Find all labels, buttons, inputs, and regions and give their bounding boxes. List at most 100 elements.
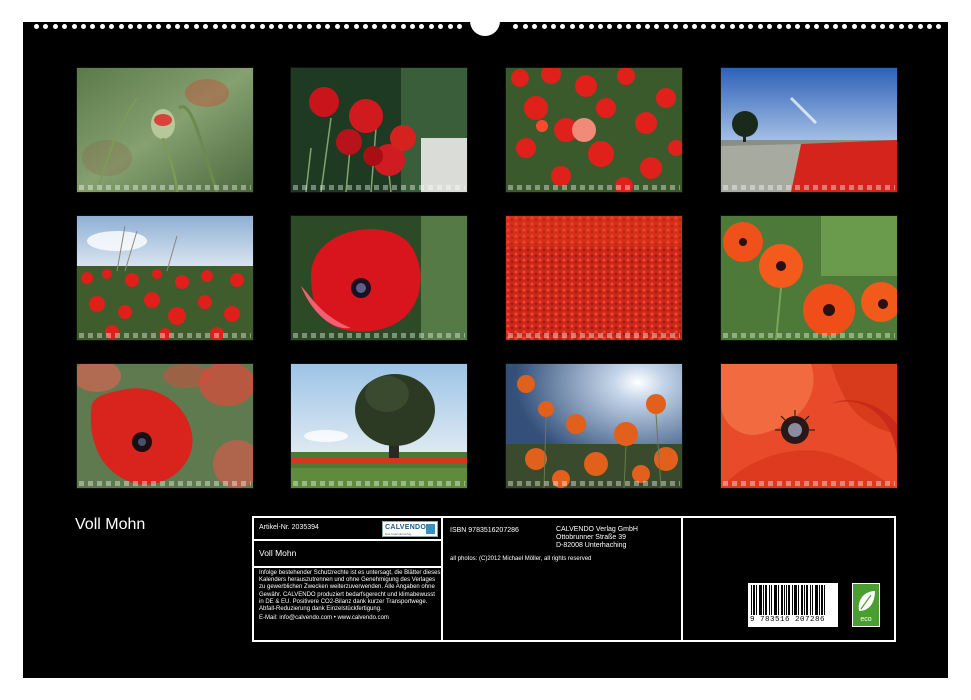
photo-poppies-blurred[interactable] [76,363,254,489]
binding-hole [109,24,115,29]
binding-hole [203,24,209,29]
binding-hole [607,24,613,29]
product-title: Voll Mohn [259,548,297,558]
binding-hole [297,24,303,29]
binding-hole [588,24,594,29]
calvendo-logo: CALVENDO Das Kalenderverlag [382,521,438,537]
binding-hole [447,24,453,29]
binding-hole [146,24,152,29]
photo-poppy-meadow-sky[interactable] [76,215,254,341]
binding-hole [269,24,274,29]
binding-hole [729,24,735,29]
photo-poppies-against-sun[interactable] [505,363,683,489]
binding-hole [522,24,528,29]
binding-hole [767,24,773,29]
calendar-back-page: Voll Mohn Artikel-Nr. 2035394 CALVENDO D… [23,22,948,678]
binding-hole [344,24,350,29]
calvendo-logo-subtext: Das Kalenderverlag [385,532,412,536]
binding-hole [851,24,857,29]
calvendo-logo-text: CALVENDO [385,524,427,531]
legal-text: Infolge bestehender Schutzrechte ist es … [259,570,441,613]
photo-red-poppies-cluster[interactable] [290,67,468,193]
photo-orange-poppies[interactable] [720,215,898,341]
binding-hole [936,24,942,29]
binding-hole [287,24,293,29]
binding-hole [184,24,190,29]
binding-hole [917,24,923,29]
binding-hole [645,24,650,29]
binding-hole [701,24,707,29]
photo-single-red-poppy[interactable] [290,215,468,341]
binding-hole [795,24,801,29]
isbn: ISBN 9783516207286 [450,527,519,534]
binding-hole [833,24,838,29]
binding-hole [325,24,331,29]
binding-hole [438,24,444,29]
binding-hole [457,24,462,29]
eco-label: eco [860,616,872,623]
binding-hole [720,24,726,29]
binding-hole [889,24,895,29]
binding-hole [870,24,876,29]
photo-tree-and-poppy-field[interactable] [720,67,898,193]
binding-hole [259,24,265,29]
info-hline-1 [254,539,441,541]
binding-hole [823,24,829,29]
binding-hole [804,24,810,29]
info-hline-2 [254,566,441,568]
photo-credit: all photos: (C)2012 Michael Möller, all … [450,556,592,562]
eco-badge: eco [852,583,880,627]
publisher-city: D-82008 Unterhaching [556,542,627,549]
binding-hole [898,24,904,29]
photo-lone-tree[interactable] [290,363,468,489]
binding-hole [428,24,434,29]
binding-hole [34,24,39,29]
binding-hole [927,24,932,29]
binding-hole [372,24,378,29]
binding-hole [880,24,885,29]
binding-hole [222,24,227,29]
photo-poppy-macro[interactable] [720,363,898,489]
binding-hole [598,24,603,29]
binding-hole [626,24,632,29]
binding-hole [52,24,58,29]
binding-hole [513,24,519,29]
binding-hole [776,24,782,29]
binding-hole [363,24,368,29]
binding-hole [682,24,688,29]
binding-hole [419,24,425,29]
binding-hole [861,24,867,29]
binding-hole [231,24,237,29]
binding-hole [748,24,754,29]
binding-hole [62,24,68,29]
binding-hole [391,24,397,29]
barcode-number: 9 783516 207286 [750,616,826,624]
info-divider-1 [441,518,443,640]
calvendo-logo-icon [426,524,435,534]
binding-hole [569,24,575,29]
binding-hole [908,24,914,29]
binding-hole [654,24,660,29]
binding-hole [673,24,679,29]
binding-hole [193,24,199,29]
photo-vast-poppy-field[interactable] [505,215,683,341]
binding-hole [99,24,105,29]
binding-hole [250,24,256,29]
binding-hole [842,24,848,29]
binding-hole [278,24,284,29]
photo-poppy-field-closeup[interactable] [505,67,683,193]
binding-hole [71,24,77,29]
binding-hole [663,24,669,29]
binding-hole [551,24,556,29]
info-panel: Artikel-Nr. 2035394 CALVENDO Das Kalende… [252,516,896,642]
binding-hole [532,24,538,29]
barcode: 9 783516 207286 [748,583,838,627]
binding-hole [43,24,49,29]
article-number: Artikel-Nr. 2035394 [259,524,319,531]
photo-poppy-bud[interactable] [76,67,254,193]
contact-line: E-Mail: info@calvendo.com • www.calvendo… [259,615,389,621]
publisher-name: CALVENDO Verlag GmbH [556,526,638,533]
publisher-street: Ottobrunner Straße 39 [556,534,627,541]
binding-hole [353,24,359,29]
binding-hole [616,24,622,29]
